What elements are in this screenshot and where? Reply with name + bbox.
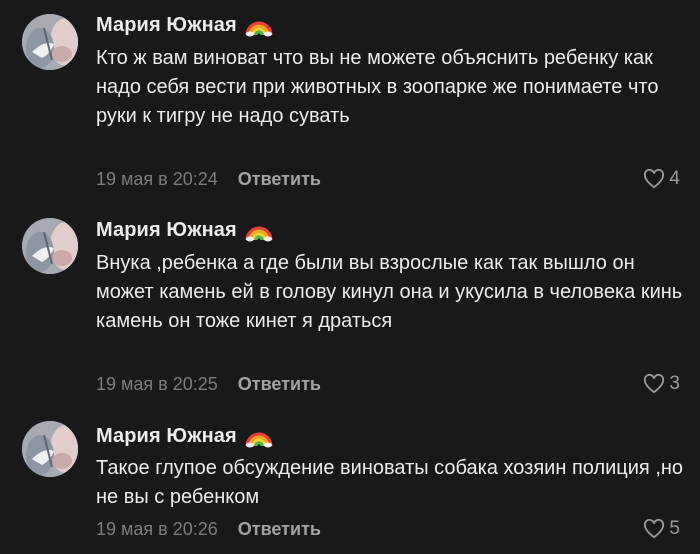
avatar[interactable] xyxy=(22,14,78,70)
comment-date[interactable]: 19 мая в 20:25 xyxy=(96,374,218,395)
avatar[interactable] xyxy=(22,421,78,477)
like-button[interactable]: 3 xyxy=(643,373,680,395)
reply-button[interactable]: Ответить xyxy=(238,374,321,395)
avatar-image xyxy=(22,14,78,70)
comment-text: Внука ,ребенка а где были вы взрослые ка… xyxy=(96,252,683,332)
like-count: 3 xyxy=(669,373,680,394)
like-count: 4 xyxy=(669,168,680,189)
like-count: 5 xyxy=(669,518,680,539)
comment-text: Кто ж вам виноват что вы не можете объяс… xyxy=(96,47,659,127)
author-name[interactable]: Мария Южная xyxy=(96,425,237,448)
heart-icon xyxy=(644,169,665,189)
rainbow-icon xyxy=(245,226,273,242)
like-button[interactable]: 4 xyxy=(643,168,680,190)
comment-date[interactable]: 19 мая в 20:24 xyxy=(96,169,218,190)
rainbow-icon xyxy=(245,21,273,37)
reply-button[interactable]: Ответить xyxy=(238,519,321,540)
comment-date[interactable]: 19 мая в 20:26 xyxy=(96,519,218,540)
author-name[interactable]: Мария Южная xyxy=(96,219,237,242)
avatar[interactable] xyxy=(22,218,78,274)
heart-icon xyxy=(644,519,665,539)
rainbow-icon xyxy=(245,432,273,448)
comment-text: Такое глупое обсуждение виноваты собака … xyxy=(96,457,684,508)
like-button[interactable]: 5 xyxy=(643,518,680,540)
reply-button[interactable]: Ответить xyxy=(238,169,321,190)
author-name[interactable]: Мария Южная xyxy=(96,14,237,37)
heart-icon xyxy=(644,374,665,394)
avatar-image xyxy=(22,421,78,477)
avatar-image xyxy=(22,218,78,274)
